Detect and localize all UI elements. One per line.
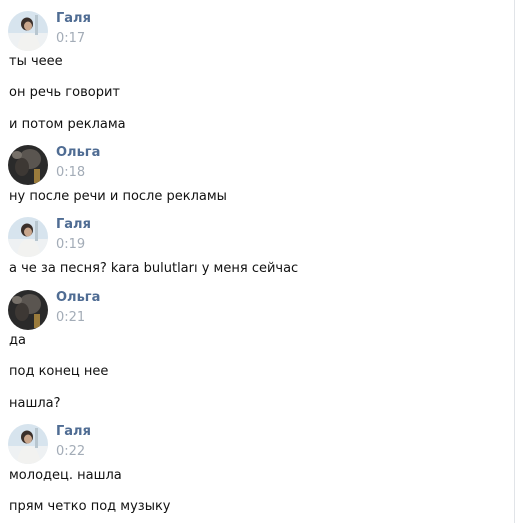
message-text: нашла?: [9, 396, 61, 411]
chat-history: Галя 0:17 ты чеее он речь говорит и пото…: [0, 0, 515, 523]
message-timestamp[interactable]: 0:17: [56, 31, 85, 46]
message-timestamp[interactable]: 0:21: [56, 310, 85, 325]
author-name[interactable]: Ольга: [56, 290, 100, 305]
author-name[interactable]: Галя: [56, 217, 91, 232]
message-timestamp[interactable]: 0:18: [56, 165, 85, 180]
message-group-header: Галя 0:19: [0, 214, 515, 258]
avatar-olga-icon[interactable]: [8, 290, 48, 330]
message-timestamp[interactable]: 0:19: [56, 237, 85, 252]
avatar-galya-icon[interactable]: [8, 424, 48, 464]
message-text: ты чеее: [9, 54, 63, 69]
message-text: под конец нее: [9, 364, 109, 379]
message-text: он речь говорит: [9, 85, 120, 100]
avatar-galya-icon[interactable]: [8, 11, 48, 51]
message-group-header: Галя 0:22: [0, 421, 515, 465]
message-text: прям четко под музыку: [9, 499, 171, 514]
message-text: да: [9, 333, 26, 348]
avatar-olga-icon[interactable]: [8, 145, 48, 185]
message-text: молодец. нашла: [9, 468, 122, 483]
author-name[interactable]: Ольга: [56, 145, 100, 160]
message-text: а че за песня? kara bulutları у меня сей…: [9, 261, 299, 276]
message-text: и потом реклама: [9, 117, 126, 132]
author-name[interactable]: Галя: [56, 424, 91, 439]
message-group-header: Галя 0:17: [0, 8, 515, 52]
message-group-header: Ольга 0:21: [0, 287, 515, 331]
message-text: ну после речи и после рекламы: [9, 189, 227, 204]
author-name[interactable]: Галя: [56, 11, 91, 26]
message-group-header: Ольга 0:18: [0, 142, 515, 186]
message-timestamp[interactable]: 0:22: [56, 444, 85, 459]
avatar-galya-icon[interactable]: [8, 217, 48, 257]
